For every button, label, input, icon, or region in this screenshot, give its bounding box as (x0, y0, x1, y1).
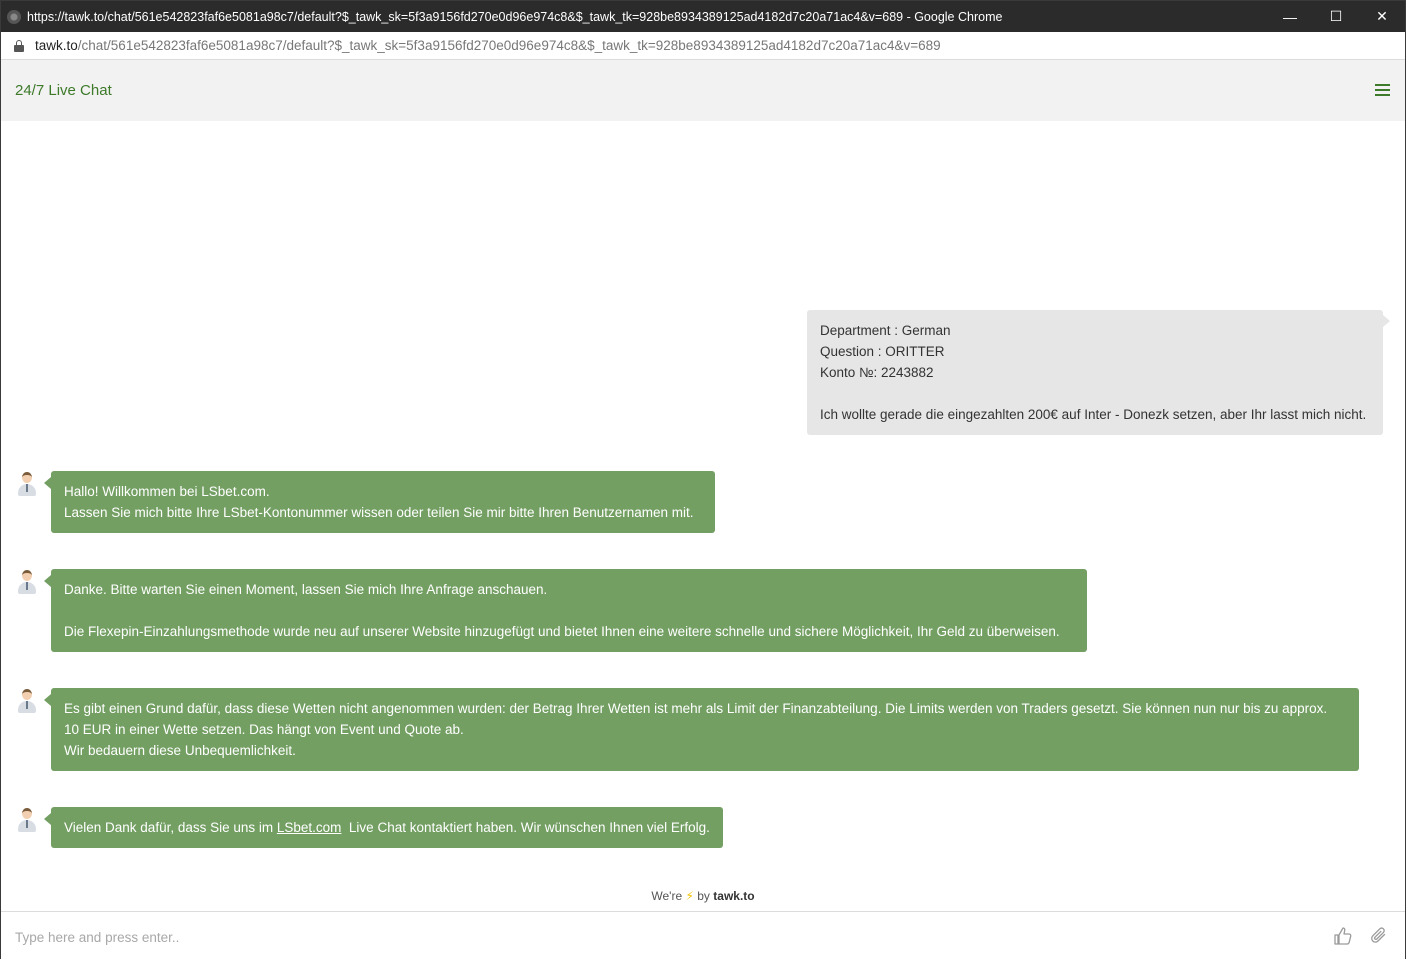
bolt-icon: ⚡ (685, 889, 694, 903)
agent-message-line: Es gibt einen Grund dafür, dass diese We… (64, 701, 1328, 716)
paperclip-icon[interactable] (1369, 926, 1389, 946)
agent-message: Hallo! Willkommen bei LSbet.com. Lassen … (44, 471, 715, 533)
browser-window: https://tawk.to/chat/561e542823faf6e5081… (0, 0, 1406, 959)
title-bar: https://tawk.to/chat/561e542823faf6e5081… (1, 1, 1405, 32)
agent-message-line: Die Flexepin-Einzahlungsmethode wurde ne… (64, 624, 1060, 639)
message-composer (1, 911, 1405, 959)
agent-message: Es gibt einen Grund dafür, dass diese We… (44, 688, 1359, 771)
message-input[interactable] (15, 926, 1315, 948)
maximize-button[interactable]: ☐ (1313, 1, 1359, 32)
chrome-icon (7, 9, 21, 24)
thumbs-up-icon[interactable] (1333, 926, 1353, 946)
address-bar[interactable]: tawk.to/chat/561e542823faf6e5081a98c7/de… (1, 32, 1405, 60)
agent-message-line: Hallo! Willkommen bei LSbet.com. (64, 484, 270, 499)
menu-icon[interactable] (1375, 84, 1390, 96)
chat-title: 24/7 Live Chat (15, 82, 112, 99)
lock-icon[interactable] (14, 39, 24, 52)
visitor-message-line: Konto №: 2243882 (820, 365, 934, 380)
agent-avatar (16, 688, 38, 714)
window-title: https://tawk.to/chat/561e542823faf6e5081… (27, 9, 1003, 24)
url-text[interactable]: tawk.to/chat/561e542823faf6e5081a98c7/de… (35, 38, 941, 53)
tawk-brand[interactable]: tawk.to (713, 889, 754, 903)
powered-prefix: We're (651, 889, 683, 903)
agent-avatar (16, 807, 38, 833)
lsbet-link[interactable]: LSbet.com (277, 820, 342, 835)
visitor-message-line: Question : ORITTER (820, 344, 945, 359)
agent-message-line: Lassen Sie mich bitte Ihre LSbet-Kontonu… (64, 505, 694, 520)
agent-message-line: 10 EUR in einer Wette setzen. Das hängt … (64, 722, 464, 737)
agent-message: Danke. Bitte warten Sie einen Moment, la… (44, 569, 1087, 652)
agent-message-text: Live Chat kontaktiert haben. Wir wünsche… (341, 820, 710, 835)
close-button[interactable]: ✕ (1359, 1, 1405, 32)
chat-messages[interactable]: Department : German Question : ORITTER K… (1, 121, 1405, 911)
visitor-message-line: Department : German (820, 323, 951, 338)
agent-message-text: Vielen Dank dafür, dass Sie uns im (64, 820, 277, 835)
agent-avatar (16, 471, 38, 497)
minimize-button[interactable]: — (1267, 1, 1313, 32)
agent-message-line: Wir bedauern diese Unbequemlichkeit. (64, 743, 296, 758)
visitor-message: Department : German Question : ORITTER K… (807, 310, 1390, 435)
powered-by[interactable]: We're ⚡ by tawk.to (1, 889, 1405, 903)
url-host: tawk.to (35, 38, 78, 53)
visitor-message-line: Ich wollte gerade die eingezahlten 200€ … (820, 407, 1367, 422)
url-path: /chat/561e542823faf6e5081a98c7/default?$… (77, 38, 941, 53)
chat-header: 24/7 Live Chat (1, 60, 1405, 121)
powered-by-label: by (697, 889, 710, 903)
agent-message-line: Danke. Bitte warten Sie einen Moment, la… (64, 582, 548, 597)
agent-avatar (16, 569, 38, 595)
agent-message: Vielen Dank dafür, dass Sie uns im LSbet… (44, 807, 723, 848)
